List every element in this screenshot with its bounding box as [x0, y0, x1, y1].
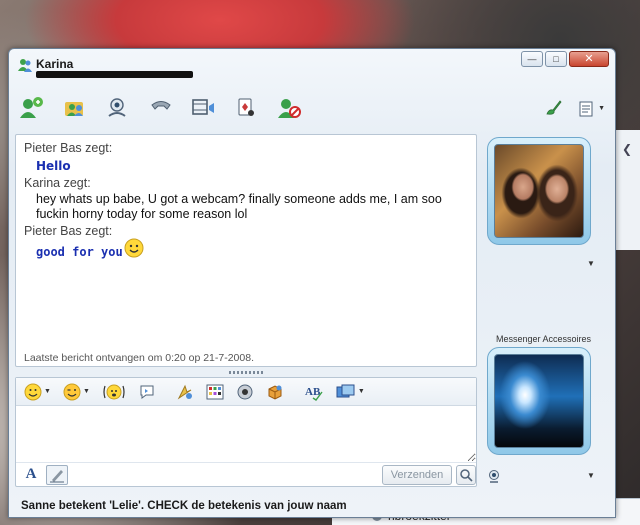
nudge-button[interactable]	[102, 381, 126, 403]
message-sender: Karina zegt:	[24, 176, 91, 190]
block-contact-button[interactable]	[275, 95, 305, 121]
messenger-buddy-icon	[18, 59, 32, 72]
background-window-edge: ❮	[614, 130, 640, 250]
spell-check-button[interactable]: AB	[304, 381, 324, 403]
message-text: fuckin horny today for some reason lol	[36, 207, 248, 221]
phone-call-button[interactable]	[146, 95, 176, 121]
share-files-icon	[65, 102, 83, 116]
conversation-window: Karina — □ ✕ ▼ Pieter Bas zegt: Hello Ka…	[8, 48, 616, 518]
webcam-video-icon	[192, 99, 214, 115]
conversation-history[interactable]: Pieter Bas zegt: Hello Karina zegt: hey …	[15, 134, 477, 367]
message-sender: Pieter Bas zegt:	[24, 224, 113, 238]
chevron-down-icon: ▼	[357, 388, 365, 395]
menu-options-button[interactable]: ▼	[578, 100, 605, 118]
message-text: hey whats up babe, U got a webcam? final…	[36, 192, 442, 206]
last-message-status: Laatste bericht ontvangen om 0:20 op 21-…	[24, 352, 254, 364]
phone-call-icon	[151, 101, 171, 110]
user-avatar	[494, 354, 584, 448]
speech-bubble-icon	[140, 385, 154, 399]
search-icon	[460, 469, 473, 482]
background-button[interactable]	[206, 381, 224, 403]
message-input[interactable]	[16, 406, 476, 462]
invite-contact-icon	[20, 97, 43, 118]
chevron-down-icon[interactable]: ▼	[587, 471, 595, 480]
send-file-button[interactable]	[266, 381, 284, 403]
video-call-icon	[108, 98, 126, 117]
chevron-down-icon: ▼	[44, 388, 51, 395]
font-button[interactable]: A	[22, 466, 40, 484]
webcam-video-button[interactable]	[189, 95, 219, 121]
compose-area: ▼ ▼ AB ▼ A Verzenden	[15, 377, 477, 487]
smiley-icon	[24, 383, 42, 400]
chevron-down-icon[interactable]: ▼	[587, 259, 595, 268]
sound-button[interactable]	[236, 381, 254, 403]
paint-brush-icon	[546, 100, 562, 115]
minimize-button[interactable]: —	[521, 51, 543, 67]
share-files-button[interactable]	[60, 95, 90, 121]
contact-display-picture[interactable]	[487, 137, 591, 245]
webcam-icon[interactable]	[487, 469, 501, 483]
pen-icon	[50, 470, 64, 483]
toolbar-right: ▼	[544, 97, 605, 120]
send-button[interactable]: Verzenden	[382, 465, 452, 485]
message-text: good for you	[36, 245, 123, 259]
collapse-chevron-icon[interactable]: ❮	[622, 142, 632, 156]
wink-icon	[63, 383, 81, 400]
user-display-picture[interactable]	[487, 347, 591, 455]
voice-clip-button[interactable]	[138, 381, 156, 403]
compose-toolbar: ▼ ▼ AB ▼	[16, 378, 476, 406]
translate-button[interactable]: ▼	[336, 381, 365, 403]
message-text: Hello	[36, 159, 71, 173]
spell-check-icon: AB	[305, 386, 323, 401]
block-contact-icon	[278, 99, 301, 118]
search-button[interactable]	[456, 465, 476, 485]
invite-contact-button[interactable]	[17, 95, 47, 121]
contact-avatar	[494, 144, 584, 238]
messenger-accessories-label: Messenger Accessoires	[496, 334, 592, 344]
color-grid-icon	[206, 384, 224, 399]
chevron-down-icon: ▼	[82, 388, 90, 395]
package-icon	[268, 384, 282, 400]
chevron-down-icon: ▼	[598, 105, 605, 112]
maximize-button[interactable]: □	[545, 51, 567, 67]
theme-button[interactable]	[544, 97, 564, 120]
wink-animation-button[interactable]	[176, 381, 194, 403]
compose-bottom-bar: A Verzenden	[16, 462, 476, 488]
redacted-email	[36, 71, 193, 78]
games-button[interactable]	[232, 95, 262, 121]
close-button[interactable]: ✕	[569, 51, 609, 67]
wink-button[interactable]: ▼	[63, 381, 90, 403]
emoticon-button[interactable]: ▼	[24, 381, 51, 403]
games-icon	[238, 98, 254, 116]
main-toolbar	[17, 93, 305, 123]
advertisement-link[interactable]: Sanne betekent 'Lelie'. CHECK de beteken…	[21, 500, 347, 512]
title-bar[interactable]: Karina — □ ✕	[9, 49, 615, 89]
nudge-icon	[103, 384, 125, 399]
menu-options-icon	[579, 101, 593, 116]
window-icon	[336, 384, 355, 397]
handwriting-button[interactable]	[46, 465, 68, 485]
splitter-handle[interactable]	[229, 371, 265, 374]
speaker-icon	[237, 384, 253, 399]
window-controls: — □ ✕	[521, 51, 609, 67]
video-call-button[interactable]	[103, 95, 133, 121]
animation-icon	[177, 384, 192, 399]
message-sender: Pieter Bas zegt:	[24, 141, 113, 155]
window-title: Karina	[36, 57, 74, 71]
smiley-emoticon-icon	[124, 238, 144, 258]
